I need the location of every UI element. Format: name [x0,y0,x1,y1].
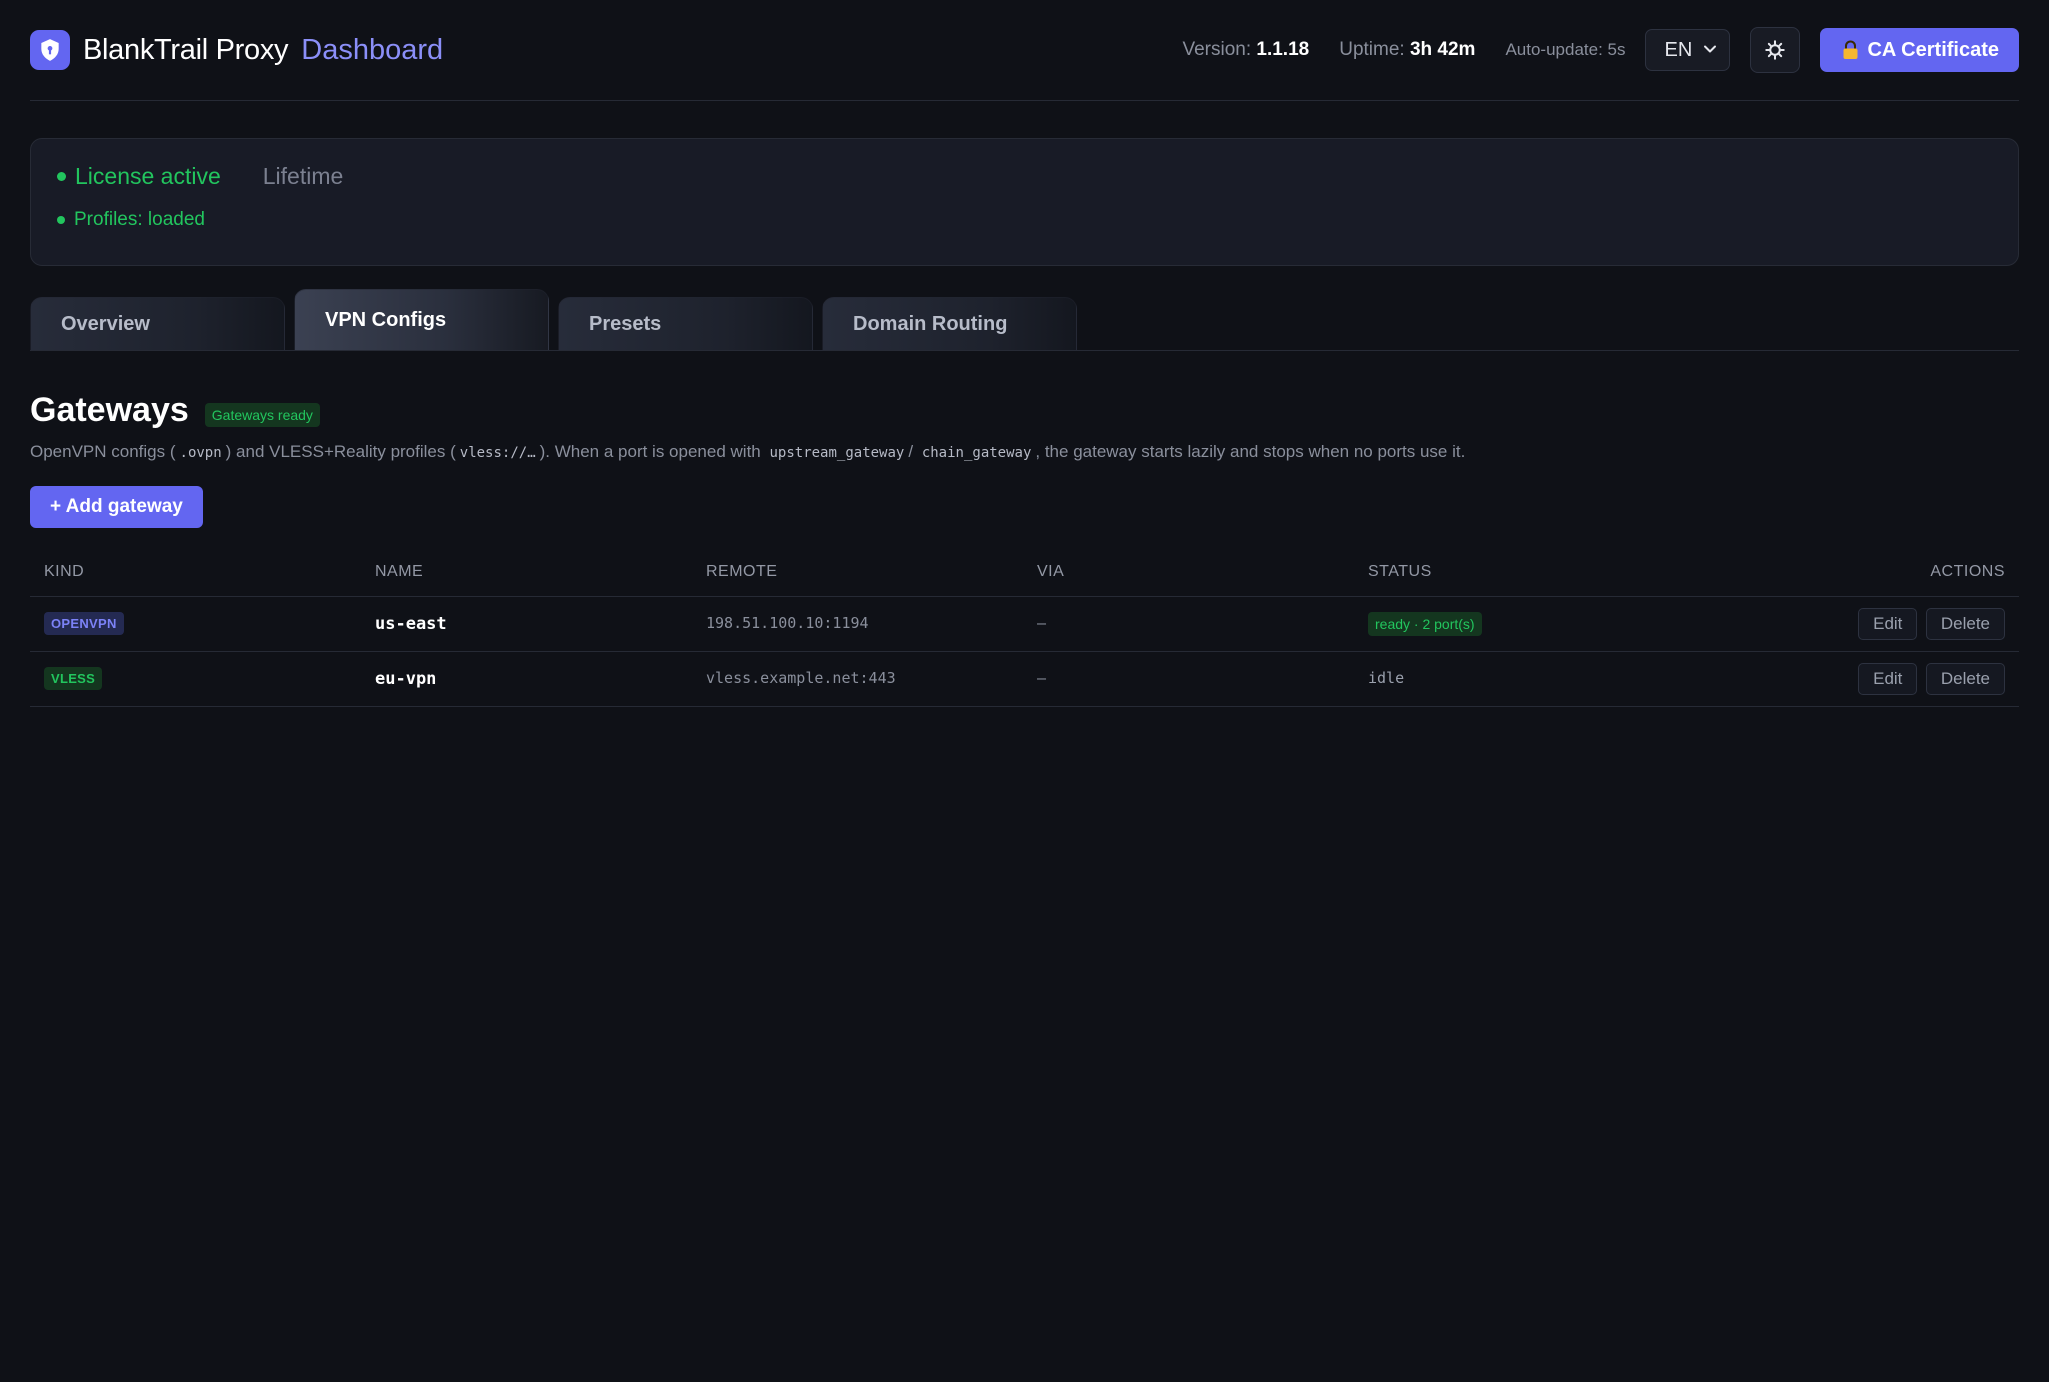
desc-text: ) and VLESS+Reality profiles ( [225,442,456,461]
language-value: EN [1664,38,1693,61]
page: BlankTrail Proxy Dashboard Version: 1.1.… [0,0,2049,1382]
remote-cell: vless.example.net:443 [692,651,1023,707]
kind-badge: VLESS [44,667,103,690]
header-right: Version: 1.1.18 Uptime: 3h 42m Auto-upda… [1182,27,2019,73]
status-cell: idle [1354,651,1604,707]
remote-cell: 198.51.100.10:1194 [692,596,1023,652]
shield-icon [30,30,70,70]
uptime-label: Uptime: [1339,39,1405,60]
desc-code: chain_gateway [921,445,1032,461]
tab-vpn-configs[interactable]: VPN Configs [294,289,549,350]
version-label: Version: [1182,39,1252,60]
add-gateway-button[interactable]: + Add gateway [30,486,203,528]
gateway-name: eu-vpn [375,668,437,689]
app-name: BlankTrail Proxy [83,33,289,66]
desc-code: vless://… [459,445,536,461]
actions-cell: Edit Delete [1604,596,2019,652]
tab-presets[interactable]: Presets [558,297,813,350]
desc-text: OpenVPN configs ( [30,442,176,461]
gateway-via: — [1037,614,1047,632]
delete-button[interactable]: Delete [1925,607,2005,640]
lock-icon [1843,40,1858,59]
license-card: License active Lifetime Profiles: loaded [30,138,2019,266]
via-cell: — [1023,596,1354,652]
name-cell: us-east [361,596,692,652]
ca-certificate-label: CA Certificate [1867,38,1999,61]
kind-badge: OPENVPN [44,612,124,635]
gateways-ready-badge: Gateways ready [204,402,320,427]
status-cell: ready · 2 port(s) [1354,596,1604,652]
tab-overview[interactable]: Overview [30,297,285,350]
tab-domain-routing[interactable]: Domain Routing [822,297,1077,350]
column-header-status: STATUS [1354,548,1604,597]
gateways-header: Gateways Gateways ready [30,391,2019,430]
app-section-title: Dashboard [301,33,444,66]
kind-cell: VLESS [30,651,361,707]
via-cell: — [1023,651,1354,707]
ca-certificate-button[interactable]: CA Certificate [1820,28,2019,72]
desc-text: , the gateway starts lazily and stops wh… [1035,442,1466,461]
version-readout: Version: 1.1.18 [1182,39,1309,61]
license-status: License active [75,163,221,189]
table-row: VLESS eu-vpn vless.example.net:443 — idl… [30,651,2019,707]
column-header-name: NAME [361,548,692,597]
status-dot [57,172,66,181]
column-header-remote: REMOTE [692,548,1023,597]
name-cell: eu-vpn [361,651,692,707]
actions-cell: Edit Delete [1604,651,2019,707]
gateways-table: KIND NAME REMOTE VIA STATUS ACTIONS OPEN… [30,548,2019,707]
status-text: idle [1368,669,1405,687]
column-header-kind: KIND [30,548,361,597]
language-select[interactable]: EN [1645,29,1731,71]
version-value: 1.1.18 [1256,39,1310,60]
status-dot [57,216,65,224]
tab-bar: Overview VPN Configs Presets Domain Rout… [30,289,2019,351]
desc-text: ). When a port is opened with [539,442,761,461]
column-header-actions: ACTIONS [1604,548,2019,597]
license-row: License active Lifetime [57,163,1992,190]
gateways-description: OpenVPN configs (.ovpn) and VLESS+Realit… [30,442,2019,462]
status-badge: ready · 2 port(s) [1368,611,1482,636]
profiles-status: Profiles: loaded [74,209,205,230]
uptime-value: 3h 42m [1409,39,1476,60]
section-title: Gateways [30,391,189,429]
uptime-readout: Uptime: 3h 42m [1339,39,1475,61]
edit-button[interactable]: Edit [1858,662,1918,695]
edit-button[interactable]: Edit [1858,607,1918,640]
kind-cell: OPENVPN [30,596,361,652]
column-header-via: VIA [1023,548,1354,597]
gateway-name: us-east [375,613,447,634]
profiles-row: Profiles: loaded [57,209,1992,231]
gateway-remote: vless.example.net:443 [706,669,896,687]
gateway-via: — [1037,669,1047,687]
gear-icon [1765,40,1786,60]
table-row: OPENVPN us-east 198.51.100.10:1194 — rea… [30,596,2019,652]
settings-button[interactable] [1750,27,1801,73]
chevron-down-icon [1704,45,1717,53]
app-header: BlankTrail Proxy Dashboard Version: 1.1.… [30,0,2019,101]
delete-button[interactable]: Delete [1925,662,2005,695]
desc-code: upstream_gateway [769,445,905,461]
table-header-row: KIND NAME REMOTE VIA STATUS ACTIONS [30,548,2019,597]
license-plan: Lifetime [262,163,344,189]
desc-code: .ovpn [179,445,222,461]
gateway-remote: 198.51.100.10:1194 [706,614,869,632]
desc-text: / [908,442,914,461]
auto-update-status: Auto-update: 5s [1505,40,1626,59]
